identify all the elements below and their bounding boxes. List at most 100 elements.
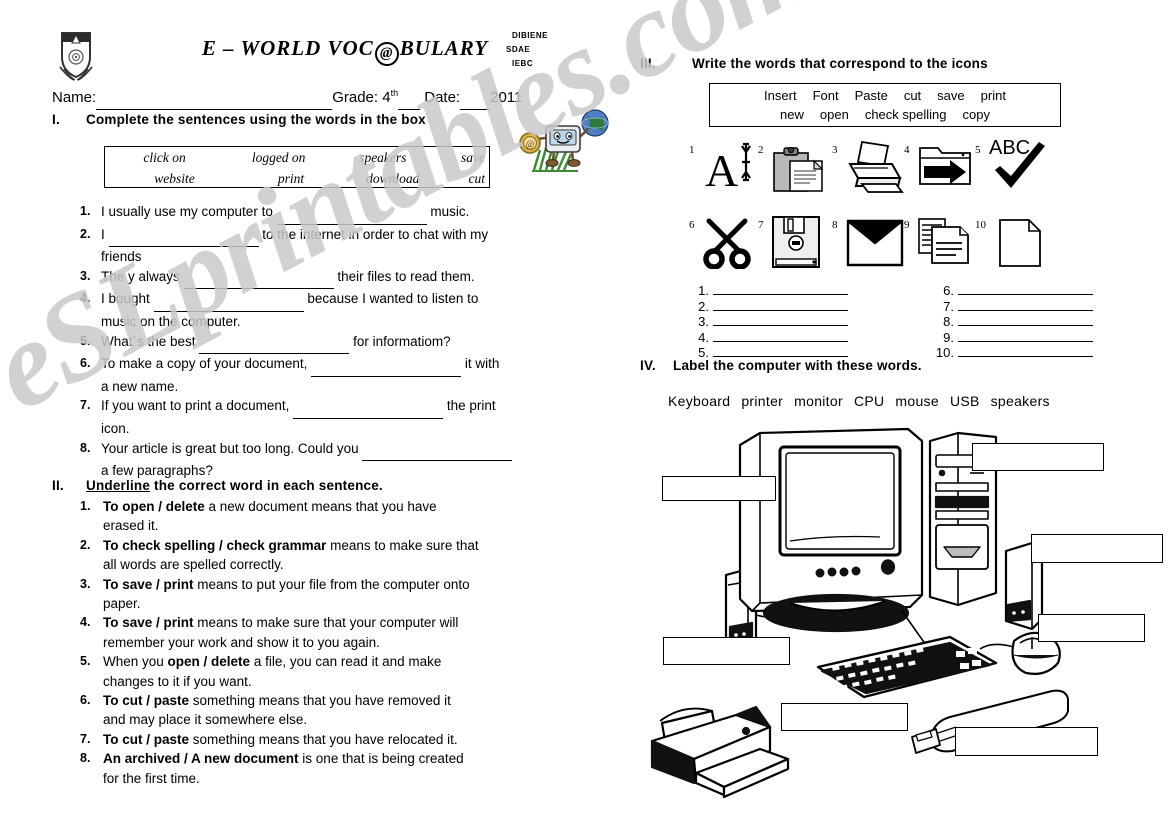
word-open[interactable]: open — [820, 105, 849, 124]
label-box-mouse[interactable] — [1038, 614, 1145, 642]
choice-pair[interactable]: To save / print — [103, 615, 194, 630]
word-cut[interactable]: cut — [904, 86, 921, 105]
section-4-title: Label the computer with these words. — [673, 358, 922, 373]
answer-rule[interactable] — [713, 330, 848, 342]
choice-pair[interactable]: To cut / paste — [103, 693, 189, 708]
icon-number: 4 — [904, 144, 910, 156]
answer-blank[interactable] — [276, 204, 427, 225]
answer-rule[interactable] — [958, 299, 1093, 311]
section-1-questions: 1. I usually use my computer to music. 2… — [80, 202, 540, 481]
label-box-keyboard[interactable] — [663, 637, 790, 665]
word-website[interactable]: website — [105, 171, 244, 187]
answer-rule[interactable] — [958, 314, 1093, 326]
answer-rule[interactable] — [713, 314, 848, 326]
choice-pair[interactable]: To save / print — [103, 577, 194, 592]
item-line2: and may place it somewhere else. — [103, 712, 308, 728]
at-symbol: @ — [374, 42, 399, 66]
question-item: 1. To open / delete a new document means… — [80, 497, 545, 536]
answer-number: 6. — [943, 283, 954, 298]
answer-line: 1. — [683, 283, 848, 299]
word-keyboard[interactable]: Keyboard — [668, 393, 730, 409]
answer-number: 2. — [698, 298, 709, 314]
word-new[interactable]: new — [780, 105, 804, 124]
choice-pair[interactable]: To open / delete — [103, 499, 205, 514]
question-item: 6. To make a copy of your document, it w… — [80, 354, 540, 396]
word-click-on[interactable]: click on — [105, 150, 224, 166]
item-post: for informatiom? — [353, 333, 451, 349]
answer-blank[interactable] — [293, 398, 444, 419]
section-3-heading: III. Write the words that correspond to t… — [640, 56, 988, 71]
item-text: To save / print means to put your file f… — [80, 575, 545, 594]
question-item: 8. Your article is great but too long. C… — [80, 439, 540, 481]
question-item: 3. The y always their files to read them… — [80, 267, 540, 290]
word-font[interactable]: Font — [813, 86, 839, 105]
question-item: 6. To cut / paste something means that y… — [80, 691, 545, 730]
answer-rule[interactable] — [713, 299, 848, 311]
item-text: To check spelling / check grammar means … — [80, 536, 545, 555]
item-number: 6. — [80, 356, 91, 371]
answer-blank[interactable] — [362, 441, 513, 462]
answer-blank[interactable] — [199, 334, 350, 355]
word-download[interactable]: download — [338, 171, 447, 187]
date-blank[interactable] — [460, 92, 491, 110]
grade-blank[interactable] — [398, 92, 421, 110]
answer-line: 2. — [683, 299, 848, 315]
word-copy[interactable]: copy — [962, 105, 989, 124]
item-number: 8. — [80, 751, 91, 766]
answer-rule[interactable] — [713, 283, 848, 295]
word-print[interactable]: print — [244, 171, 338, 187]
printer-icon — [844, 140, 906, 194]
answer-rule[interactable] — [958, 345, 1093, 357]
word-paste[interactable]: Paste — [855, 86, 888, 105]
section-2-questions: 1. To open / delete a new document means… — [80, 497, 545, 788]
answer-number: 9. — [943, 329, 954, 345]
word-print[interactable]: print — [981, 86, 1006, 105]
word-mouse[interactable]: mouse — [895, 393, 939, 409]
item-line2: erased it. — [103, 518, 159, 534]
label-box-monitor[interactable] — [662, 476, 776, 501]
answer-blank[interactable] — [153, 291, 304, 312]
word-monitor[interactable]: monitor — [794, 393, 843, 409]
answer-blank[interactable] — [183, 269, 334, 290]
word-logged-on[interactable]: logged on — [224, 150, 333, 166]
word-printer[interactable]: printer — [741, 393, 783, 409]
choice-pair[interactable]: To cut / paste — [103, 732, 189, 747]
label-box-printer[interactable] — [781, 703, 908, 731]
word-speakers[interactable]: speakers — [991, 393, 1050, 409]
word-save[interactable]: save — [937, 86, 964, 105]
answer-line: 8. — [928, 314, 1093, 330]
item-rest: a new document means that you have — [204, 499, 437, 514]
word-cpu[interactable]: CPU — [854, 393, 884, 409]
item-rest: is one that is being created — [298, 751, 464, 767]
item-line2: a new name. — [101, 378, 179, 394]
choice-pair[interactable]: To check spelling / check grammar — [103, 538, 326, 553]
answer-column-right: 6. 7. 8. 9. 10. — [928, 283, 1093, 361]
word-bank-row-1: Insert Font Paste cut save print — [710, 86, 1060, 105]
word-speakers[interactable]: speakers — [333, 150, 432, 166]
item-text: To open / delete a new document means th… — [80, 497, 545, 516]
word-usb[interactable]: USB — [950, 393, 980, 409]
name-blank[interactable] — [96, 92, 333, 110]
label-box-usb[interactable] — [955, 727, 1098, 756]
answer-blank[interactable] — [311, 356, 462, 377]
word-cut[interactable]: cut — [447, 171, 489, 187]
answer-rule[interactable] — [958, 283, 1093, 295]
answer-rule[interactable] — [713, 345, 848, 357]
word-save[interactable]: save — [432, 150, 489, 166]
choice-pair[interactable]: open / delete — [168, 654, 251, 669]
question-item: 4. To save / print means to make sure th… — [80, 613, 545, 652]
label-box-speakers[interactable] — [1031, 534, 1163, 563]
question-item: 8. An archived / A new document is one t… — [80, 749, 545, 788]
answer-line: 6. — [928, 283, 1093, 299]
choice-pair[interactable]: An archived / A new document — [103, 751, 299, 766]
item-text: To save / print means to make sure that … — [80, 613, 545, 632]
icon-number: 9 — [904, 219, 910, 231]
item-number: 2. — [80, 537, 91, 552]
word-check-spelling[interactable]: check spelling — [865, 105, 947, 124]
word-insert[interactable]: Insert — [764, 86, 797, 105]
answer-rule[interactable] — [958, 330, 1093, 342]
answer-blank[interactable] — [108, 227, 259, 248]
abc-check-spelling-icon: ABC — [989, 136, 1053, 194]
label-box-cpu[interactable] — [972, 443, 1104, 471]
icon-number: 6 — [689, 219, 695, 231]
